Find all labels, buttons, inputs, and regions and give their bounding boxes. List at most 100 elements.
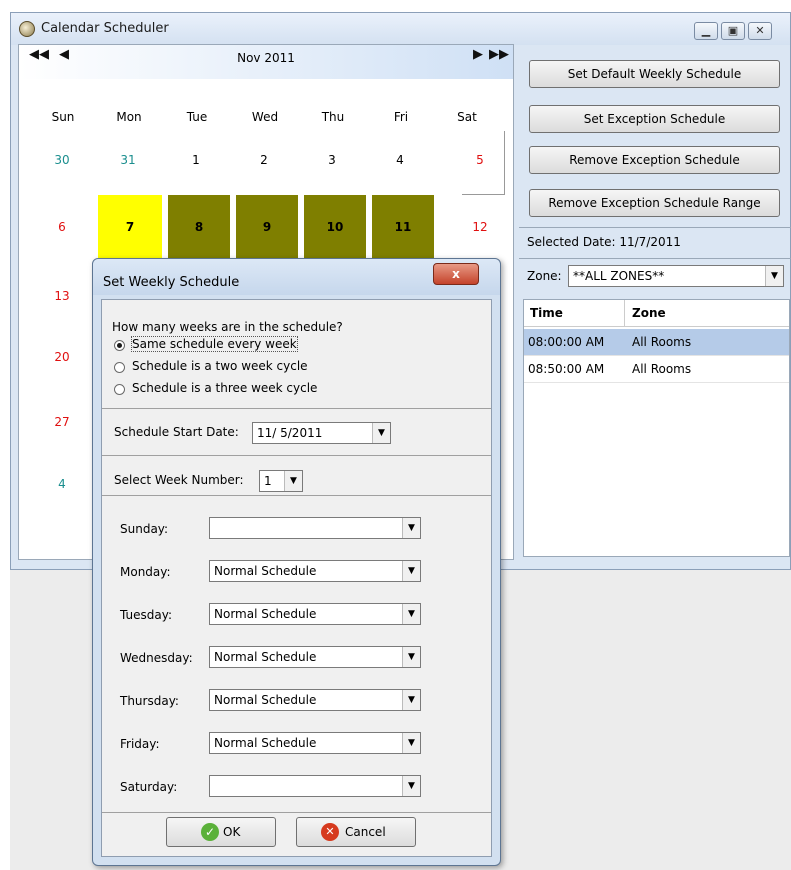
chevron-down-icon[interactable]: ▼ [402, 776, 420, 796]
divider [102, 812, 491, 813]
dow-wed: Wed [251, 110, 279, 124]
day-cell[interactable]: 20 [32, 337, 92, 377]
day-cell[interactable]: 4 [32, 464, 92, 504]
dialog-title: Set Weekly Schedule [103, 275, 240, 290]
saturday-select[interactable]: ▼ [209, 775, 421, 797]
day-cell[interactable]: 5 [450, 140, 510, 180]
radio-two-week[interactable] [114, 362, 125, 373]
ok-button[interactable]: ✓ OK [166, 817, 276, 847]
cell-time: 08:00:00 AM [528, 335, 605, 349]
chevron-down-icon[interactable]: ▼ [402, 690, 420, 710]
set-exception-schedule-button[interactable]: Set Exception Schedule [529, 105, 780, 133]
zone-select-value: **ALL ZONES** [573, 269, 665, 283]
set-weekly-schedule-dialog: Set Weekly Schedule x How many weeks are… [92, 258, 501, 866]
day-cell[interactable]: 1 [166, 140, 226, 180]
day-cell[interactable]: 13 [32, 276, 92, 316]
chevron-down-icon[interactable]: ▼ [765, 266, 783, 286]
wednesday-select[interactable]: Normal Schedule ▼ [209, 646, 421, 668]
window-title: Calendar Scheduler [41, 21, 169, 36]
dow-thu: Thu [321, 110, 345, 124]
day-cell[interactable]: 3 [302, 140, 362, 180]
weeks-question: How many weeks are in the schedule? [112, 320, 343, 334]
friday-value: Normal Schedule [214, 736, 317, 750]
day-cell-scheduled[interactable]: 11 [372, 195, 434, 259]
chevron-down-icon[interactable]: ▼ [402, 733, 420, 753]
sunday-select[interactable]: ▼ [209, 517, 421, 539]
cell-zone: All Rooms [632, 362, 692, 376]
radio-same-week[interactable] [114, 340, 125, 351]
schedule-grid: Time Zone 08:00:00 AM All Rooms 08:50:00… [523, 299, 790, 557]
day-cell[interactable]: 30 [32, 140, 92, 180]
day-cell[interactable]: 2 [234, 140, 294, 180]
radio-three-week[interactable] [114, 384, 125, 395]
chevron-down-icon[interactable]: ▼ [402, 518, 420, 538]
chevron-down-icon[interactable]: ▼ [402, 604, 420, 624]
dow-mon: Mon [116, 110, 142, 124]
chevron-down-icon[interactable]: ▼ [402, 561, 420, 581]
dow-sun: Sun [51, 110, 75, 124]
thursday-value: Normal Schedule [214, 693, 317, 707]
radio-two-week-label[interactable]: Schedule is a two week cycle [132, 359, 308, 373]
next-year-icon[interactable]: ▶▶ [489, 47, 509, 62]
monday-select[interactable]: Normal Schedule ▼ [209, 560, 421, 582]
tuesday-label: Tuesday: [120, 608, 172, 622]
day-cell-scheduled[interactable]: 8 [168, 195, 230, 259]
chevron-down-icon[interactable]: ▼ [372, 423, 390, 443]
cell-time: 08:50:00 AM [528, 362, 605, 376]
close-window-button[interactable]: ✕ [748, 22, 772, 40]
thursday-select[interactable]: Normal Schedule ▼ [209, 689, 421, 711]
start-date-value: 11/ 5/2011 [257, 426, 323, 440]
dialog-close-button[interactable]: x [433, 263, 479, 285]
dow-sat: Sat [457, 110, 477, 124]
table-row[interactable]: 08:50:00 AM All Rooms [524, 356, 789, 383]
maximize-button[interactable]: ▣ [721, 22, 745, 40]
radio-three-week-label[interactable]: Schedule is a three week cycle [132, 381, 317, 395]
day-cell[interactable]: 12 [450, 207, 510, 247]
zone-select[interactable]: **ALL ZONES** ▼ [568, 265, 784, 287]
day-cell-scheduled[interactable]: 10 [304, 195, 366, 259]
chevron-down-icon[interactable]: ▼ [402, 647, 420, 667]
table-row[interactable]: 08:00:00 AM All Rooms [524, 329, 789, 356]
friday-select[interactable]: Normal Schedule ▼ [209, 732, 421, 754]
chevron-down-icon[interactable]: ▼ [284, 471, 302, 491]
column-header-time[interactable]: Time [530, 306, 563, 320]
day-cell[interactable]: 31 [98, 140, 158, 180]
start-date-label: Schedule Start Date: [114, 425, 239, 439]
wednesday-value: Normal Schedule [214, 650, 317, 664]
week-number-select[interactable]: 1 ▼ [259, 470, 303, 492]
column-divider [624, 300, 625, 326]
day-cell[interactable]: 27 [32, 402, 92, 442]
column-header-zone[interactable]: Zone [632, 306, 666, 320]
checkmark-icon: ✓ [201, 823, 219, 841]
wednesday-label: Wednesday: [120, 651, 193, 665]
minimize-icon: ▁ [701, 24, 711, 37]
minimize-button[interactable]: ▁ [694, 22, 718, 40]
week-number-value: 1 [264, 474, 272, 488]
remove-exception-schedule-range-button[interactable]: Remove Exception Schedule Range [529, 189, 780, 217]
next-month-icon[interactable]: ▶ [473, 47, 483, 62]
grid-header: Time Zone [524, 300, 789, 327]
sunday-label: Sunday: [120, 522, 169, 536]
cell-zone: All Rooms [632, 335, 692, 349]
radio-same-week-label[interactable]: Same schedule every week [131, 336, 298, 352]
maximize-icon: ▣ [727, 24, 739, 37]
dow-tue: Tue [186, 110, 208, 124]
zone-label: Zone: [527, 269, 562, 283]
remove-exception-schedule-button[interactable]: Remove Exception Schedule [529, 146, 780, 174]
set-default-weekly-schedule-button[interactable]: Set Default Weekly Schedule [529, 60, 780, 88]
start-date-picker[interactable]: 11/ 5/2011 ▼ [252, 422, 391, 444]
selected-date-label: Selected Date: 11/7/2011 [527, 235, 681, 249]
cancel-button[interactable]: ✕ Cancel [296, 817, 416, 847]
dialog-title-bar: Set Weekly Schedule x [93, 259, 500, 295]
divider [519, 227, 791, 228]
friday-label: Friday: [120, 737, 160, 751]
close-icon: x [452, 267, 460, 281]
tuesday-select[interactable]: Normal Schedule ▼ [209, 603, 421, 625]
tuesday-value: Normal Schedule [214, 607, 317, 621]
week-number-label: Select Week Number: [114, 473, 244, 487]
day-cell[interactable]: 4 [370, 140, 430, 180]
day-cell-selected[interactable]: 7 [98, 195, 162, 259]
cancel-icon: ✕ [321, 823, 339, 841]
day-cell[interactable]: 6 [32, 207, 92, 247]
day-cell-scheduled[interactable]: 9 [236, 195, 298, 259]
